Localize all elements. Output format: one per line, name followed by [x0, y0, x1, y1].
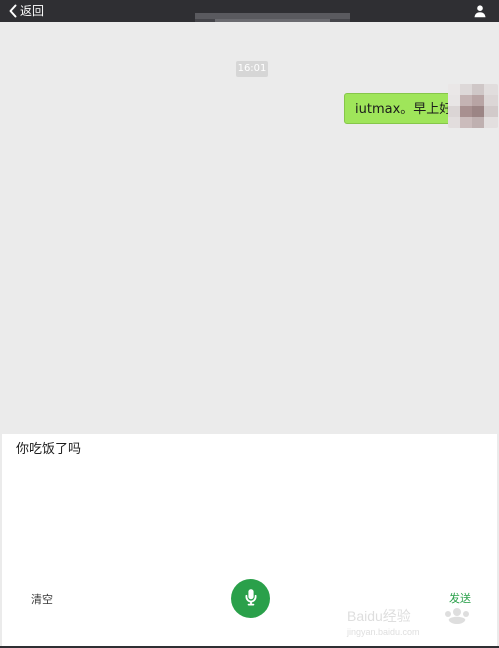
- recognized-text[interactable]: 你吃饭了吗: [16, 442, 81, 458]
- person-icon[interactable]: [473, 3, 487, 18]
- microphone-button[interactable]: [231, 579, 270, 618]
- back-label: 返回: [20, 4, 45, 18]
- message-timestamp: 16:01: [236, 61, 268, 77]
- avatar[interactable]: [448, 84, 498, 128]
- message-bubble-outgoing[interactable]: iutmax。早上好: [344, 93, 469, 124]
- voice-input-panel: 你吃饭了吗 清空 发送: [2, 434, 497, 646]
- message-text: iutmax。早上好: [355, 102, 453, 117]
- back-button[interactable]: 返回: [8, 2, 44, 20]
- chevron-left-icon: [8, 4, 18, 18]
- microphone-icon: [241, 587, 261, 611]
- wechat-chat-screen: 返回 16:01 iutmax。早上好 你吃饭了吗 清空 发送 Baidu经验 …: [0, 0, 499, 648]
- chat-area[interactable]: 16:01 iutmax。早上好: [2, 22, 498, 434]
- clear-button[interactable]: 清空: [31, 591, 53, 607]
- send-button[interactable]: 发送: [449, 590, 471, 606]
- top-bar: 返回: [0, 0, 499, 29]
